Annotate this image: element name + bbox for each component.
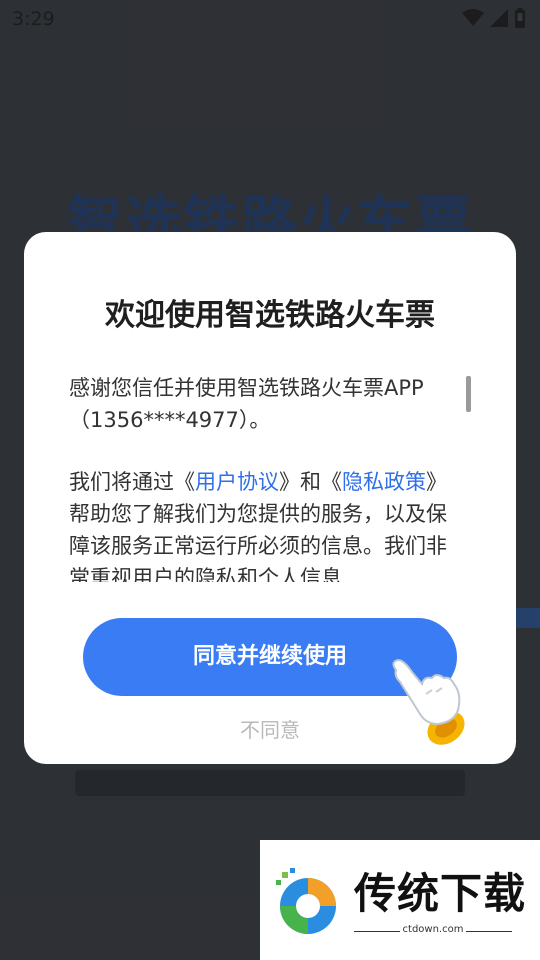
dialog-scrollbar[interactable]	[466, 376, 471, 412]
dialog-body[interactable]: 感谢您信任并使用智选铁路火车票APP（1356****4977）。 我们将通过《…	[69, 372, 465, 582]
watermark: 传统下载 ctdown.com	[260, 840, 540, 960]
watermark-logo-icon	[276, 868, 336, 934]
status-bar: 3:29	[0, 0, 540, 36]
watermark-subtext: ctdown.com	[402, 924, 464, 935]
watermark-text: 传统下载	[354, 869, 527, 918]
signal-icon	[490, 9, 508, 27]
privacy-policy-link[interactable]: 隐私政策	[342, 470, 426, 494]
dialog-paragraph-thanks: 感谢您信任并使用智选铁路火车票APP（1356****4977）。	[69, 376, 424, 432]
pointing-hand-icon	[392, 658, 465, 745]
policy-text-prefix: 我们将通过《	[69, 470, 195, 494]
battery-icon	[515, 8, 525, 28]
dialog-paragraph-policy: 我们将通过《用户协议》和《隐私政策》帮助您了解我们为您提供的服务，以及保障该服务…	[69, 466, 465, 582]
dialog-title: 欢迎使用智选铁路火车票	[105, 298, 435, 333]
policy-text-mid: 》和《	[279, 470, 342, 494]
user-agreement-link[interactable]: 用户协议	[195, 470, 279, 494]
status-time: 3:29	[12, 8, 55, 30]
wifi-icon	[462, 9, 484, 26]
status-icons	[462, 8, 526, 28]
